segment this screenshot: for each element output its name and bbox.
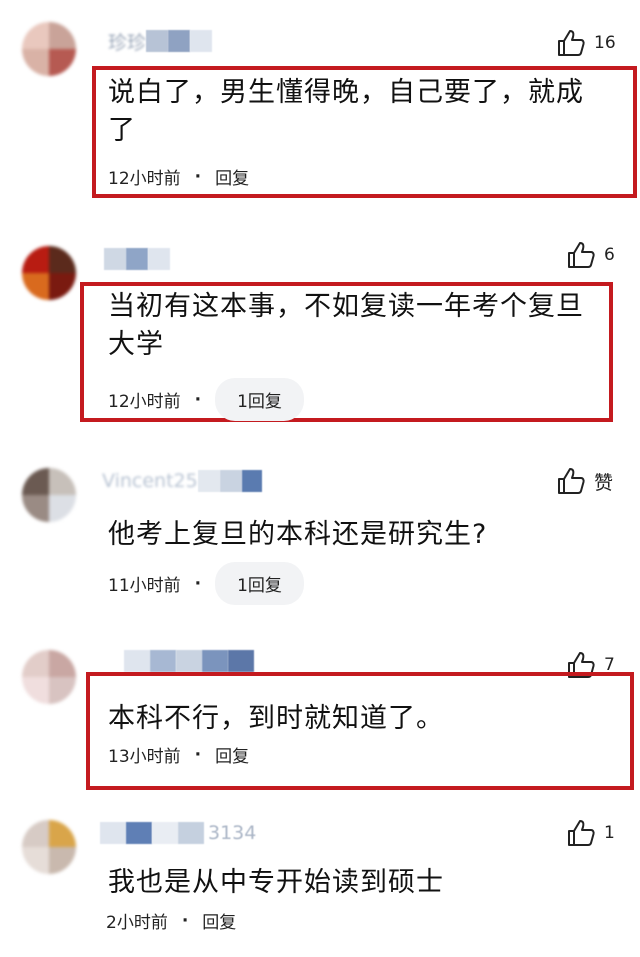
avatar-pixel <box>148 248 170 270</box>
avatar[interactable] <box>22 22 76 76</box>
avatar-pixel <box>178 822 204 844</box>
separator-dot: · <box>194 744 202 765</box>
avatar-pixel <box>176 650 202 672</box>
timestamp: 12小时前 <box>108 169 181 189</box>
separator-dot: · <box>194 389 202 410</box>
username-text: 珍珍 <box>108 31 147 54</box>
thumbs-up-icon <box>558 30 585 56</box>
avatar-pixel <box>146 30 169 52</box>
avatar-pixel <box>124 650 150 672</box>
avatar-pixel <box>100 822 126 844</box>
avatar-pixel <box>104 248 126 270</box>
username[interactable]: Vincent25 <box>102 470 262 492</box>
avatar-pixel <box>219 470 242 492</box>
username[interactable] <box>124 650 258 672</box>
like-count: 16 <box>594 33 616 53</box>
avatar-pixel <box>126 822 152 844</box>
avatar[interactable] <box>22 468 76 522</box>
like-button[interactable]: 1 <box>566 818 615 848</box>
comment-text: 我也是从中专开始读到硕士 <box>108 864 444 902</box>
avatar[interactable] <box>22 820 76 874</box>
username[interactable]: 珍珍 <box>104 30 213 54</box>
reply-button[interactable]: 回复 <box>202 908 236 933</box>
timestamp: 13小时前 <box>108 747 181 767</box>
like-count: 1 <box>604 823 615 843</box>
avatar[interactable] <box>22 246 76 300</box>
comment-meta: 11小时前 · 1回复 <box>108 562 304 605</box>
avatar-pixel <box>202 650 228 672</box>
like-label: 赞 <box>594 471 614 494</box>
avatar-pixel <box>152 822 178 844</box>
avatar-pixel <box>168 30 191 52</box>
comment-text: 当初有这本事，不如复读一年考个复旦 大学 <box>108 288 584 364</box>
avatar-pixel <box>126 248 148 270</box>
like-button[interactable]: 16 <box>556 28 616 58</box>
username[interactable] <box>104 248 174 270</box>
username[interactable]: 3134 <box>100 822 256 844</box>
username-text: 3134 <box>208 822 257 844</box>
reply-button[interactable]: 1回复 <box>215 378 304 421</box>
thumbs-up-icon <box>558 468 585 494</box>
reply-button[interactable]: 回复 <box>215 742 249 767</box>
comment-meta: 13小时前 · 回复 <box>108 742 249 768</box>
comment-text-line: 说白了，男生懂得晚，自己要了，就成 <box>108 77 584 108</box>
timestamp: 12小时前 <box>108 392 181 412</box>
comment-text-line: 大学 <box>108 329 164 360</box>
reply-button[interactable]: 1回复 <box>215 562 304 605</box>
comment-text-line: 本科不行，到时就知道了。 <box>108 703 444 734</box>
like-button[interactable]: 6 <box>566 240 615 270</box>
like-button[interactable]: 赞 <box>556 466 613 496</box>
separator-dot: · <box>194 573 202 594</box>
comment-text: 说白了，男生懂得晚，自己要了，就成 了 <box>108 74 584 150</box>
username-text: Vincent25 <box>102 470 198 492</box>
comment-meta: 12小时前 · 回复 <box>108 164 249 190</box>
comment-text-line: 我也是从中专开始读到硕士 <box>108 867 444 898</box>
avatar[interactable] <box>22 650 76 704</box>
comment-meta: 2小时前 · 回复 <box>106 908 236 934</box>
comment-text-line: 他考上复旦的本科还是研究生? <box>108 519 488 550</box>
comment-meta: 12小时前 · 1回复 <box>108 378 304 421</box>
avatar-pixel <box>228 650 254 672</box>
avatar-pixel <box>197 470 220 492</box>
avatar-pixel <box>190 30 213 52</box>
comment-text-line: 当初有这本事，不如复读一年考个复旦 <box>108 291 584 322</box>
thumbs-up-icon <box>568 242 595 268</box>
avatar-pixel <box>150 650 176 672</box>
comment-text: 他考上复旦的本科还是研究生? <box>108 516 487 554</box>
avatar-pixel <box>241 470 262 492</box>
like-count: 6 <box>604 245 615 265</box>
separator-dot: · <box>181 910 189 931</box>
thumbs-up-icon <box>568 820 595 846</box>
timestamp: 2小时前 <box>106 913 168 933</box>
reply-button[interactable]: 回复 <box>215 164 249 189</box>
separator-dot: · <box>194 166 202 187</box>
comment-text-line: 了 <box>108 115 136 146</box>
comment-text: 本科不行，到时就知道了。 <box>108 700 444 738</box>
timestamp: 11小时前 <box>108 576 181 596</box>
